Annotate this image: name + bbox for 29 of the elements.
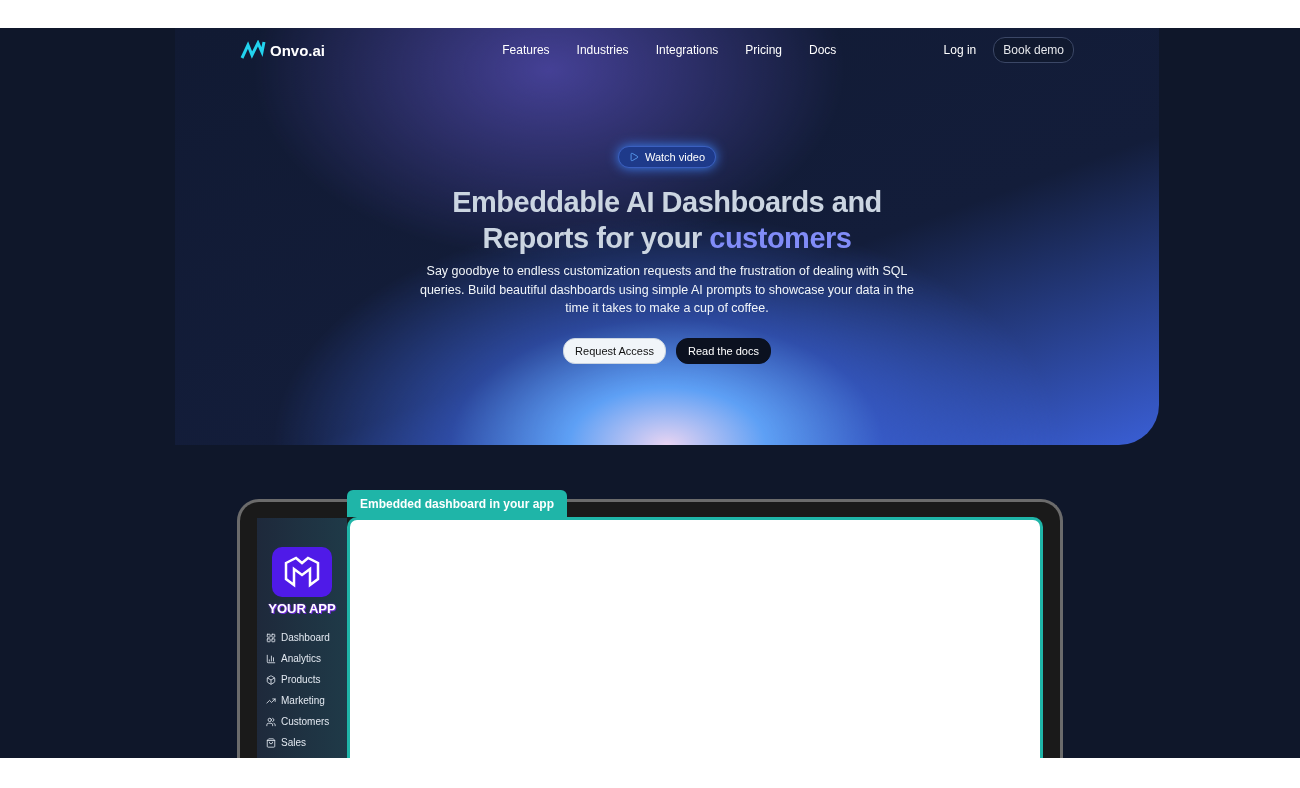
app-name: YOUR APP — [268, 601, 336, 617]
nav-link[interactable]: Industries — [576, 43, 629, 57]
docs-button[interactable]: Read the docs — [675, 337, 771, 364]
request-access-button[interactable]: Request Access — [563, 337, 666, 364]
nav-link[interactable]: Features — [502, 43, 550, 57]
hero-subtitle: Say goodbye to endless customization requests and the frustration of dealing with SQL queries. Build beautiful dashboards using simple AI prompts to showcase your data in the time it takes to make a cup of coffee. — [418, 263, 915, 317]
app-logo-icon — [272, 547, 332, 598]
trend-up-icon — [266, 695, 276, 706]
box-icon — [266, 674, 276, 685]
sidebar-item[interactable]: Dashboard — [266, 630, 330, 646]
sidebar-item[interactable]: Sales — [266, 735, 330, 751]
logo-icon — [240, 40, 266, 60]
login-link[interactable]: Log in — [943, 43, 977, 57]
sidebar-item[interactable]: Products — [266, 672, 330, 688]
bag-icon — [266, 737, 276, 748]
play-icon — [628, 152, 639, 162]
book-demo-button[interactable]: Book demo — [993, 37, 1074, 63]
grid-icon — [266, 632, 276, 643]
sidebar-item[interactable]: Customers — [266, 714, 330, 730]
sidebar-item[interactable]: Analytics — [266, 651, 330, 667]
sidebar-item[interactable]: Marketing — [266, 693, 330, 709]
nav-link[interactable]: Integrations — [655, 43, 719, 57]
logo-text: Onvo.ai — [270, 41, 325, 59]
nav-link[interactable]: Pricing — [745, 43, 783, 57]
watch-video-button[interactable]: Watch video — [617, 146, 717, 168]
nav-link[interactable]: Docs — [809, 43, 837, 57]
hero-title: Embeddable AI Dashboards and Reports for your customers — [451, 185, 883, 256]
bar-chart-icon — [266, 653, 276, 664]
users-icon — [266, 716, 276, 727]
